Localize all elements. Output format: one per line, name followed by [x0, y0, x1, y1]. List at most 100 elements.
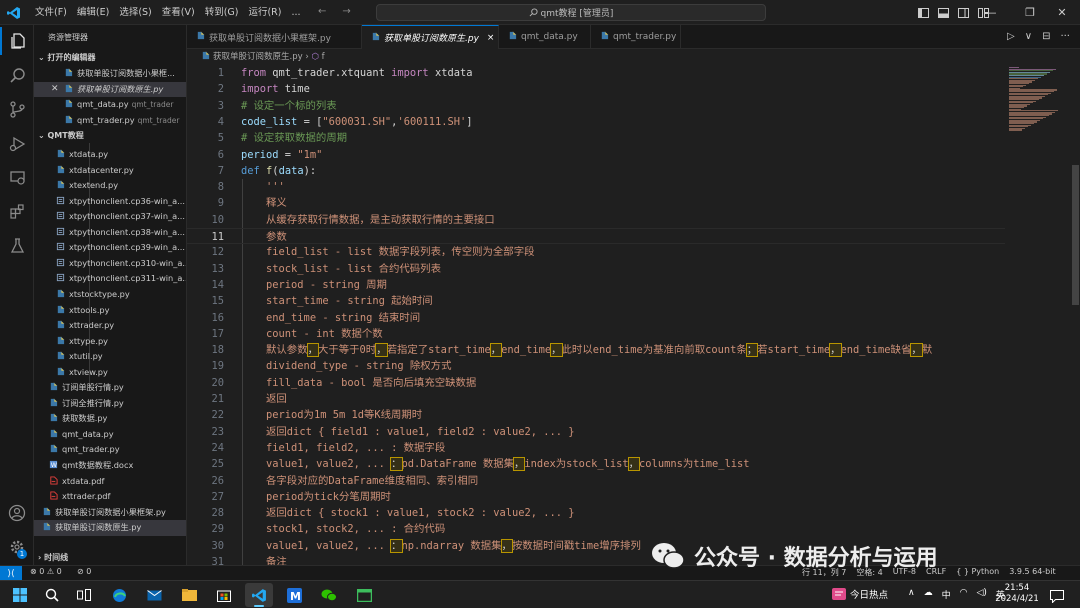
wechat-icon[interactable]	[315, 583, 343, 607]
run-dropdown-icon[interactable]: ∨	[1025, 31, 1032, 42]
mail-icon[interactable]	[140, 583, 168, 607]
run-debug-icon[interactable]	[0, 129, 34, 157]
menu-more[interactable]: ...	[286, 0, 305, 25]
testing-icon[interactable]	[0, 231, 34, 259]
code-line[interactable]: 2 import time	[187, 81, 1005, 97]
code-line[interactable]: 29 stock1, stock2, ... : 合约代码	[187, 521, 1005, 537]
file-tree-item[interactable]: xttools.py	[34, 303, 186, 319]
code-editor[interactable]: 1 from qmt_trader.xtquant import xtdata 2 i…	[187, 65, 1005, 565]
file-tree-item[interactable]: xtpythonclient.cp39-win_a...	[34, 240, 186, 256]
minimap[interactable]	[1005, 65, 1069, 565]
menu-file[interactable]: 文件(F)	[30, 0, 72, 25]
code-line[interactable]: 22 period为1m 5m 1d等K线周期时	[187, 407, 1005, 423]
code-line[interactable]: 23 返回dict { field1 : value1, field2 : va…	[187, 424, 1005, 440]
command-center-search[interactable]: qmt教程 [管理员]	[376, 4, 766, 21]
code-line[interactable]: 8 '''	[187, 179, 1005, 195]
remote-explorer-icon[interactable]	[0, 163, 34, 191]
menu-selection[interactable]: 选择(S)	[114, 0, 156, 25]
open-editor-item[interactable]: qmt_trader.py qmt_trader	[34, 113, 186, 129]
file-tree-item[interactable]: xtpythonclient.cp310-win_a...	[34, 256, 186, 272]
code-line[interactable]: 4 code_list = ["600031.SH",'600111.SH']	[187, 114, 1005, 130]
file-tree-item[interactable]: 订阅单股行情.py	[34, 380, 186, 396]
extensions-icon[interactable]	[0, 197, 34, 225]
scroll-thumb[interactable]	[1072, 165, 1079, 305]
code-line[interactable]: 27 period为tick分笔周期时	[187, 489, 1005, 505]
editor-tab[interactable]: 获取单股订阅数原生.py ×	[362, 25, 499, 49]
close-window-icon[interactable]: ✕	[1044, 0, 1080, 25]
file-tree-item[interactable]: Wqmt数据教程.docx	[34, 458, 186, 474]
news-widget[interactable]: 今日热点	[832, 587, 888, 601]
split-editor-icon[interactable]: ⊟	[1042, 31, 1050, 42]
breadcrumb-file[interactable]: 获取单股订阅数原生.py	[213, 52, 303, 62]
file-tree-item[interactable]: xttrader.pdf	[34, 489, 186, 505]
vscode-taskbar-icon[interactable]	[245, 583, 273, 607]
menu-edit[interactable]: 编辑(E)	[72, 0, 114, 25]
open-editor-item[interactable]: ✕ 获取单股订阅数原生.py	[34, 81, 186, 98]
python-interpreter[interactable]: 3.9.5 64-bit	[1009, 567, 1055, 578]
store-icon[interactable]	[210, 583, 238, 607]
code-line[interactable]: 21 返回	[187, 391, 1005, 407]
file-tree-item[interactable]: xtdata.pdf	[34, 474, 186, 490]
toggle-secondary-sidebar-icon[interactable]	[953, 6, 973, 19]
editor-tab[interactable]: qmt_data.py	[499, 25, 591, 49]
editor-tab[interactable]: 获取单股订阅数据小果框架.py	[187, 25, 362, 49]
menu-go[interactable]: 转到(G)	[200, 0, 244, 25]
file-tree-item[interactable]: xttrader.py	[34, 318, 186, 334]
open-editor-item[interactable]: 获取单股订阅数据小果框...	[34, 66, 186, 82]
file-tree-item[interactable]: 获取数据.py	[34, 411, 186, 427]
toggle-panel-icon[interactable]	[933, 6, 953, 19]
menu-run[interactable]: 运行(R)	[243, 0, 286, 25]
manage-gear-icon[interactable]: 1	[0, 533, 34, 561]
code-line[interactable]: 18 默认参数，大于等于0时，若指定了start_time，end_time，此…	[187, 342, 1005, 358]
code-line[interactable]: 7 def f(data):	[187, 163, 1005, 179]
file-tree-item[interactable]: xtpythonclient.cp36-win_a...	[34, 194, 186, 210]
menu-view[interactable]: 查看(V)	[157, 0, 200, 25]
run-python-file-icon[interactable]: ▷	[1007, 31, 1015, 42]
nav-forward-icon[interactable]: →	[342, 6, 350, 17]
explorer-icon[interactable]	[0, 27, 34, 55]
code-line[interactable]: 10 从缓存获取行情数据，是主动获取行情的主要接口	[187, 212, 1005, 228]
ports-count[interactable]: ⊘ 0	[77, 567, 91, 576]
source-control-icon[interactable]	[0, 95, 34, 123]
vertical-scrollbar[interactable]	[1070, 65, 1080, 565]
open-editor-item[interactable]: qmt_data.py qmt_trader	[34, 97, 186, 113]
file-tree-item[interactable]: 获取单股订阅数原生.py	[34, 520, 186, 536]
code-line[interactable]: 17 count - int 数据个数	[187, 326, 1005, 342]
task-view-icon[interactable]	[70, 583, 98, 607]
code-line[interactable]: 9 释义	[187, 195, 1005, 211]
file-tree-item[interactable]: xtdatacenter.py	[34, 163, 186, 179]
wifi-icon[interactable]: ◠	[960, 588, 968, 601]
problems-count[interactable]: ⊗ 0 ⚠ 0	[30, 567, 62, 576]
file-tree-item[interactable]: xtpythonclient.cp38-win_a...	[34, 225, 186, 241]
file-tree-item[interactable]: xtextend.py	[34, 178, 186, 194]
search-icon[interactable]	[38, 583, 66, 607]
editor-tab[interactable]: qmt_trader.py	[591, 25, 681, 49]
close-tab-icon[interactable]: ×	[487, 33, 495, 43]
code-line[interactable]: 5 # 设定获取数据的周期	[187, 130, 1005, 146]
more-actions-icon[interactable]: ···	[1060, 31, 1070, 42]
search-icon[interactable]	[0, 61, 34, 89]
code-line[interactable]: 16 end_time - string 结束时间	[187, 310, 1005, 326]
clock[interactable]: 21:54 2024/4/21	[992, 583, 1042, 605]
file-tree-item[interactable]: xtview.py	[34, 365, 186, 381]
close-editor-icon[interactable]: ✕	[51, 82, 59, 98]
code-line[interactable]: 11 参数	[187, 228, 1005, 245]
minimize-icon[interactable]: —	[973, 0, 1009, 25]
code-line[interactable]: 12 field_list - list 数据字段列表，传空则为全部字段	[187, 244, 1005, 260]
code-line[interactable]: 25 value1, value2, ... ：pd.DataFrame 数据集…	[187, 456, 1005, 472]
file-tree-item[interactable]: xtutil.py	[34, 349, 186, 365]
file-tree-item[interactable]: 获取单股订阅数据小果框架.py	[34, 505, 186, 521]
code-line[interactable]: 1 from qmt_trader.xtquant import xtdata	[187, 65, 1005, 81]
code-line[interactable]: 14 period - string 周期	[187, 277, 1005, 293]
terminal-app-icon[interactable]	[350, 583, 378, 607]
volume-icon[interactable]: ◁)	[976, 588, 986, 601]
code-line[interactable]: 3 # 设定一个标的列表	[187, 98, 1005, 114]
file-tree-item[interactable]: xtdata.py	[34, 147, 186, 163]
nav-back-icon[interactable]: ←	[318, 6, 326, 17]
code-line[interactable]: 15 start_time - string 起始时间	[187, 293, 1005, 309]
edge-browser-icon[interactable]	[105, 583, 133, 607]
remote-indicator[interactable]: ⟩⟨	[0, 566, 22, 581]
language-mode[interactable]: { } Python	[956, 567, 999, 578]
file-tree-item[interactable]: xtpythonclient.cp37-win_a...	[34, 209, 186, 225]
file-tree-item[interactable]: qmt_data.py	[34, 427, 186, 443]
